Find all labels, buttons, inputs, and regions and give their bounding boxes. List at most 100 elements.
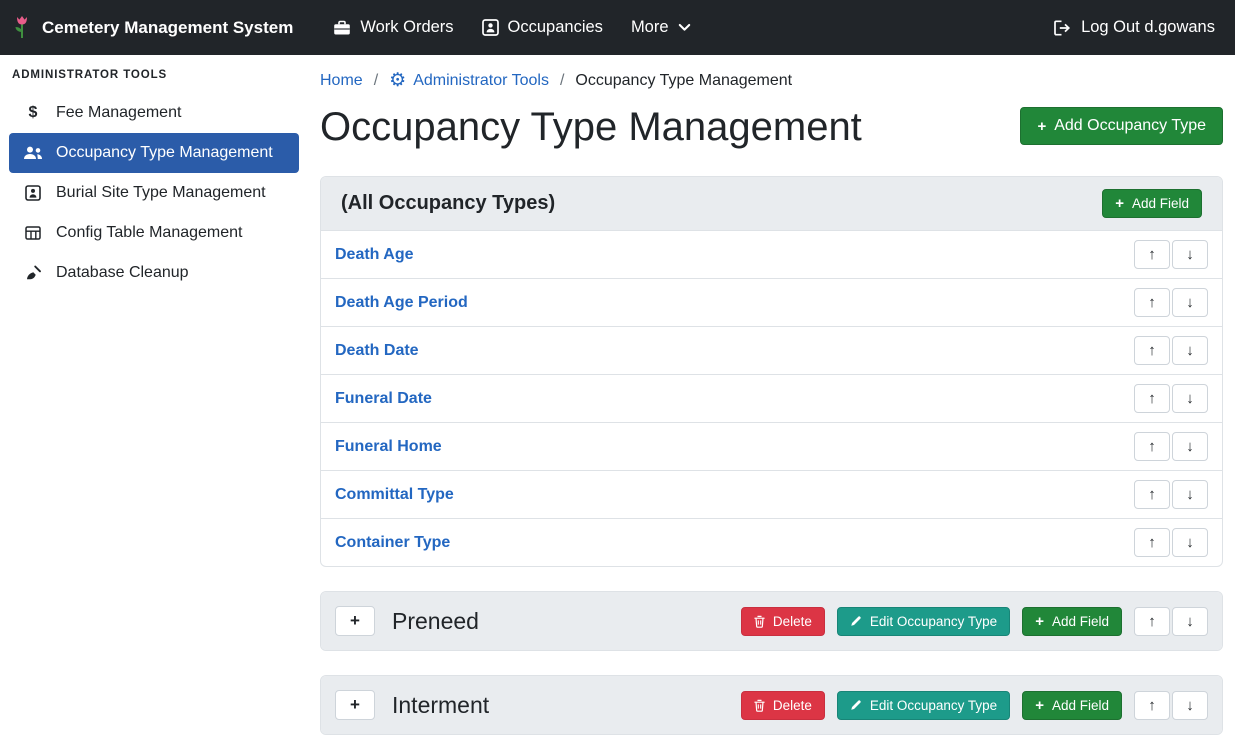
sidebar-item-fee-management[interactable]: $ Fee Management — [9, 93, 299, 133]
move-down-button[interactable]: ↓ — [1172, 607, 1208, 636]
field-link[interactable]: Container Type — [335, 534, 450, 552]
burial-site-icon — [23, 185, 43, 201]
arrow-down-icon: ↓ — [1186, 342, 1194, 359]
field-row: Death Age Period ↑ ↓ — [321, 279, 1222, 327]
field-row: Committal Type ↑ ↓ — [321, 471, 1222, 519]
breadcrumb: Home / ⚙ Administrator Tools / Occupancy… — [320, 71, 1223, 90]
breadcrumb-admin-tools-link[interactable]: ⚙ Administrator Tools — [389, 71, 549, 90]
field-link[interactable]: Funeral Home — [335, 438, 442, 456]
move-down-button[interactable]: ↓ — [1172, 480, 1208, 509]
sidebar-heading: Administrator Tools — [0, 69, 308, 93]
add-occupancy-type-button[interactable]: + Add Occupancy Type — [1020, 107, 1223, 145]
arrow-down-icon: ↓ — [1186, 486, 1194, 503]
move-down-button[interactable]: ↓ — [1172, 288, 1208, 317]
move-up-button[interactable]: ↑ — [1134, 528, 1170, 557]
nav-item-label: Work Orders — [360, 18, 453, 37]
move-down-button[interactable]: ↓ — [1172, 691, 1208, 720]
trash-icon — [754, 615, 765, 628]
arrow-down-icon: ↓ — [1186, 390, 1194, 407]
move-down-button[interactable]: ↓ — [1172, 336, 1208, 365]
move-down-button[interactable]: ↓ — [1172, 240, 1208, 269]
plus-icon: + — [1037, 119, 1046, 134]
move-up-button[interactable]: ↑ — [1134, 432, 1170, 461]
chevron-down-icon — [678, 23, 691, 32]
all-types-card-title: (All Occupancy Types) — [341, 192, 555, 215]
top-navbar: Cemetery Management System Work Orders O… — [0, 0, 1235, 55]
breadcrumb-separator: / — [560, 72, 564, 90]
sidebar-item-occupancy-type-management[interactable]: Occupancy Type Management — [9, 133, 299, 173]
field-row: Death Date ↑ ↓ — [321, 327, 1222, 375]
field-row: Death Age ↑ ↓ — [321, 231, 1222, 279]
flower-logo-icon — [12, 15, 32, 41]
type-card-header: + Preneed Delete — [321, 592, 1222, 650]
breadcrumb-home-link[interactable]: Home — [320, 72, 363, 90]
arrow-down-icon: ↓ — [1186, 246, 1194, 263]
move-up-button[interactable]: ↑ — [1134, 336, 1170, 365]
field-link[interactable]: Committal Type — [335, 486, 454, 504]
move-down-button[interactable]: ↓ — [1172, 432, 1208, 461]
sidebar-item-label: Occupancy Type Management — [56, 144, 273, 162]
occupancy-type-name: Interment — [392, 692, 489, 719]
field-link[interactable]: Death Age Period — [335, 294, 468, 312]
type-actions: Delete Edit Occupancy Type + Add Field — [741, 607, 1208, 636]
edit-occupancy-type-button[interactable]: Edit Occupancy Type — [837, 607, 1010, 636]
move-up-button[interactable]: ↑ — [1134, 384, 1170, 413]
field-link[interactable]: Funeral Date — [335, 390, 432, 408]
breadcrumb-separator: / — [374, 72, 378, 90]
expand-button[interactable]: + — [335, 690, 375, 720]
field-link[interactable]: Death Age — [335, 246, 414, 264]
arrow-up-icon: ↑ — [1148, 246, 1156, 263]
type-card-header: + Interment Delete — [321, 676, 1222, 734]
move-down-button[interactable]: ↓ — [1172, 528, 1208, 557]
arrow-down-icon: ↓ — [1186, 294, 1194, 311]
breadcrumb-current: Occupancy Type Management — [575, 72, 792, 90]
logout-icon — [1053, 20, 1072, 36]
gear-icon: ⚙ — [389, 71, 406, 90]
delete-button[interactable]: Delete — [741, 691, 825, 720]
pencil-icon — [850, 615, 862, 627]
reorder-buttons: ↑ ↓ — [1134, 607, 1208, 636]
occupancy-type-card-preneed: + Preneed Delete — [320, 591, 1223, 651]
move-up-button[interactable]: ↑ — [1134, 607, 1170, 636]
reorder-buttons: ↑ ↓ — [1134, 288, 1208, 317]
move-up-button[interactable]: ↑ — [1134, 240, 1170, 269]
arrow-down-icon: ↓ — [1186, 697, 1194, 714]
nav-item-occupancies[interactable]: Occupancies — [482, 18, 603, 37]
add-field-button[interactable]: + Add Field — [1102, 189, 1202, 218]
move-up-button[interactable]: ↑ — [1134, 691, 1170, 720]
move-up-button[interactable]: ↑ — [1134, 480, 1170, 509]
reorder-buttons: ↑ ↓ — [1134, 240, 1208, 269]
sidebar-item-label: Burial Site Type Management — [56, 184, 266, 202]
edit-occupancy-type-button[interactable]: Edit Occupancy Type — [837, 691, 1010, 720]
move-up-button[interactable]: ↑ — [1134, 288, 1170, 317]
arrow-up-icon: ↑ — [1148, 486, 1156, 503]
sidebar-item-label: Config Table Management — [56, 224, 243, 242]
nav-item-more[interactable]: More — [631, 18, 691, 37]
nav-item-work-orders[interactable]: Work Orders — [333, 18, 453, 37]
sidebar-item-burial-site-type-management[interactable]: Burial Site Type Management — [9, 173, 299, 213]
arrow-up-icon: ↑ — [1148, 342, 1156, 359]
trash-icon — [754, 699, 765, 712]
sidebar-item-config-table-management[interactable]: Config Table Management — [9, 213, 299, 253]
users-icon — [23, 146, 43, 160]
plus-icon: + — [1035, 698, 1044, 713]
nav-item-label: More — [631, 18, 669, 37]
brand[interactable]: Cemetery Management System — [12, 15, 293, 41]
sidebar-item-database-cleanup[interactable]: Database Cleanup — [9, 253, 299, 293]
field-link[interactable]: Death Date — [335, 342, 419, 360]
move-down-button[interactable]: ↓ — [1172, 384, 1208, 413]
reorder-buttons: ↑ ↓ — [1134, 528, 1208, 557]
field-row: Funeral Home ↑ ↓ — [321, 423, 1222, 471]
expand-icon: + — [350, 611, 360, 631]
reorder-buttons: ↑ ↓ — [1134, 384, 1208, 413]
delete-button[interactable]: Delete — [741, 607, 825, 636]
arrow-up-icon: ↑ — [1148, 294, 1156, 311]
expand-button[interactable]: + — [335, 606, 375, 636]
add-field-button[interactable]: + Add Field — [1022, 691, 1122, 720]
plus-icon: + — [1035, 614, 1044, 629]
logout-button[interactable]: Log Out d.gowans — [1053, 18, 1215, 37]
add-field-button[interactable]: + Add Field — [1022, 607, 1122, 636]
sidebar: Administrator Tools $ Fee Management Occ… — [0, 55, 308, 738]
occupancy-type-name: Preneed — [392, 608, 479, 635]
reorder-buttons: ↑ ↓ — [1134, 432, 1208, 461]
